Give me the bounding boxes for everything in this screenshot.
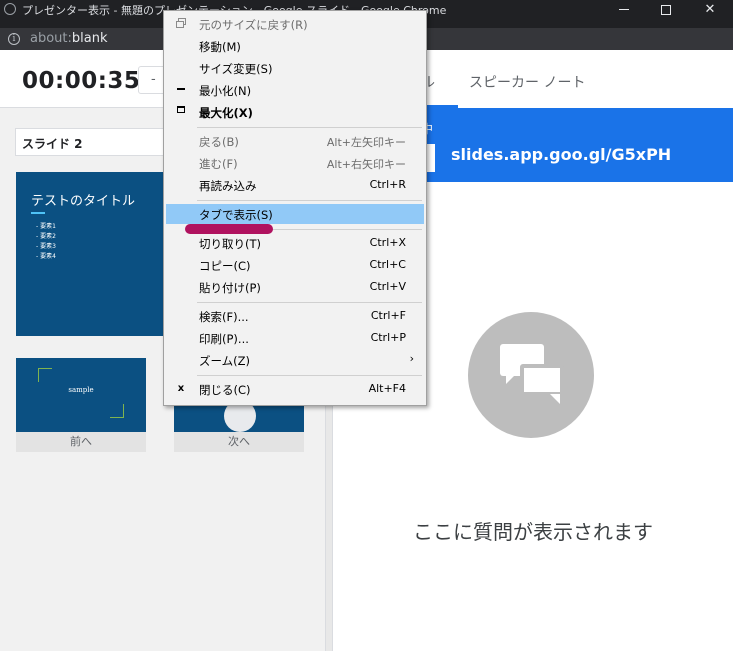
menu-separator — [197, 127, 422, 128]
menu-item-copy[interactable]: コピー(C) Ctrl+C — [166, 255, 424, 275]
menu-item-label: 最大化(X) — [199, 106, 253, 120]
restore-icon — [176, 18, 186, 28]
thumb-frame-corner — [38, 368, 52, 382]
menu-item-shortcut: Ctrl+P — [370, 331, 406, 344]
qa-empty-message: ここに質問が表示されます — [413, 520, 653, 544]
menu-separator — [197, 200, 422, 201]
menu-item-label: 検索(F)... — [199, 310, 249, 324]
url-host: blank — [71, 31, 108, 46]
menu-item-resize[interactable]: サイズ変更(S) — [166, 58, 424, 78]
menu-item-label: 印刷(P)... — [199, 332, 249, 346]
menu-item-shortcut: Ctrl+X — [369, 236, 406, 249]
previous-slide-button[interactable]: 前へ — [16, 432, 146, 452]
menu-item-label: ズーム(Z) — [199, 354, 251, 368]
slide-bullet: 要素4 — [36, 252, 56, 262]
menu-item-find[interactable]: 検索(F)... Ctrl+F — [166, 306, 424, 326]
slide-title: テストのタイトル — [31, 194, 136, 209]
minimize-icon — [177, 88, 185, 90]
menu-item-label: 再読み込み — [199, 179, 257, 193]
previous-slide-thumbnail[interactable]: sample — [16, 358, 146, 432]
menu-item-back[interactable]: 戻る(B) Alt+左矢印キー — [166, 131, 424, 151]
bubble-tail — [506, 374, 516, 384]
menu-item-label: 元のサイズに戻す(R) — [199, 18, 308, 32]
slide-accent-line — [31, 212, 45, 214]
menu-item-zoom[interactable]: ズーム(Z) › — [166, 350, 424, 370]
menu-item-forward[interactable]: 進む(F) Alt+右矢印キー — [166, 153, 424, 173]
maximize-icon — [177, 106, 185, 113]
menu-item-label: コピー(C) — [199, 259, 251, 273]
chrome-app-icon[interactable] — [4, 3, 16, 15]
minimize-icon — [619, 9, 629, 10]
chat-bubbles-icon — [468, 312, 594, 438]
menu-item-reload[interactable]: 再読み込み Ctrl+R — [166, 175, 424, 195]
minimize-window-button[interactable] — [604, 0, 644, 19]
menu-item-label: 戻る(B) — [199, 135, 239, 149]
presentation-timer: 00:00:35 — [22, 68, 141, 94]
menu-item-shortcut: Alt+F4 — [368, 382, 406, 395]
menu-item-restore[interactable]: 元のサイズに戻す(R) — [166, 14, 424, 34]
menu-item-label: 進む(F) — [199, 157, 238, 171]
window-context-menu: 元のサイズに戻す(R) 移動(M) サイズ変更(S) 最小化(N) 最大化(X)… — [163, 10, 427, 406]
menu-item-shortcut: Ctrl+R — [369, 178, 406, 191]
maximize-icon — [661, 4, 671, 15]
submenu-arrow-icon: › — [409, 352, 414, 365]
thumb-frame-corner — [110, 404, 124, 418]
menu-separator — [197, 375, 422, 376]
menu-item-label: 切り取り(T) — [199, 237, 261, 251]
maximize-window-button[interactable] — [646, 0, 686, 19]
slide-bullet: 要素3 — [36, 242, 56, 252]
menu-item-label: 最小化(N) — [199, 84, 252, 98]
menu-item-label: サイズ変更(S) — [199, 62, 273, 76]
slide-bullet: 要素1 — [36, 222, 56, 232]
info-icon[interactable]: i — [8, 33, 20, 45]
close-window-button[interactable]: ✕ — [690, 0, 730, 19]
menu-item-maximize[interactable]: 最大化(X) — [166, 102, 424, 122]
tab-speaker-notes[interactable]: スピーカー ノート — [469, 72, 585, 92]
menu-item-label: 閉じる(C) — [199, 383, 251, 397]
menu-item-shortcut: Ctrl+F — [370, 309, 406, 322]
menu-item-minimize[interactable]: 最小化(N) — [166, 80, 424, 100]
menu-item-label: タブで表示(S) — [199, 208, 273, 222]
thumb-text: sample — [68, 386, 94, 394]
menu-item-print[interactable]: 印刷(P)... Ctrl+P — [166, 328, 424, 348]
menu-item-shortcut: Alt+左矢印キー — [326, 136, 406, 149]
menu-item-show-as-tab[interactable]: タブで表示(S) — [166, 204, 424, 224]
menu-item-shortcut: Alt+右矢印キー — [326, 158, 406, 171]
menu-item-label: 移動(M) — [199, 40, 241, 54]
slide-bullet: 要素2 — [36, 232, 56, 242]
address-url[interactable]: about:blank — [30, 31, 108, 46]
close-icon: ✕ — [704, 2, 716, 17]
menu-item-paste[interactable]: 貼り付け(P) Ctrl+V — [166, 277, 424, 297]
annotation-underline — [185, 224, 273, 234]
bubble-tail — [550, 394, 560, 404]
menu-item-label: 貼り付け(P) — [199, 281, 261, 295]
menu-item-cut[interactable]: 切り取り(T) Ctrl+X — [166, 233, 424, 253]
menu-item-close[interactable]: x 閉じる(C) Alt+F4 — [166, 379, 424, 399]
qa-link[interactable]: slides.app.goo.gl/G5xPH — [451, 145, 671, 164]
url-scheme: about: — [30, 31, 72, 46]
slide-bullet-list: 要素1 要素2 要素3 要素4 — [36, 222, 56, 262]
menu-separator — [197, 302, 422, 303]
next-slide-button[interactable]: 次へ — [174, 432, 304, 452]
menu-item-shortcut: Ctrl+C — [369, 258, 406, 271]
menu-item-move[interactable]: 移動(M) — [166, 36, 424, 56]
menu-item-shortcut: Ctrl+V — [369, 280, 406, 293]
bubble-shape — [520, 364, 564, 396]
close-icon: x — [177, 383, 185, 394]
